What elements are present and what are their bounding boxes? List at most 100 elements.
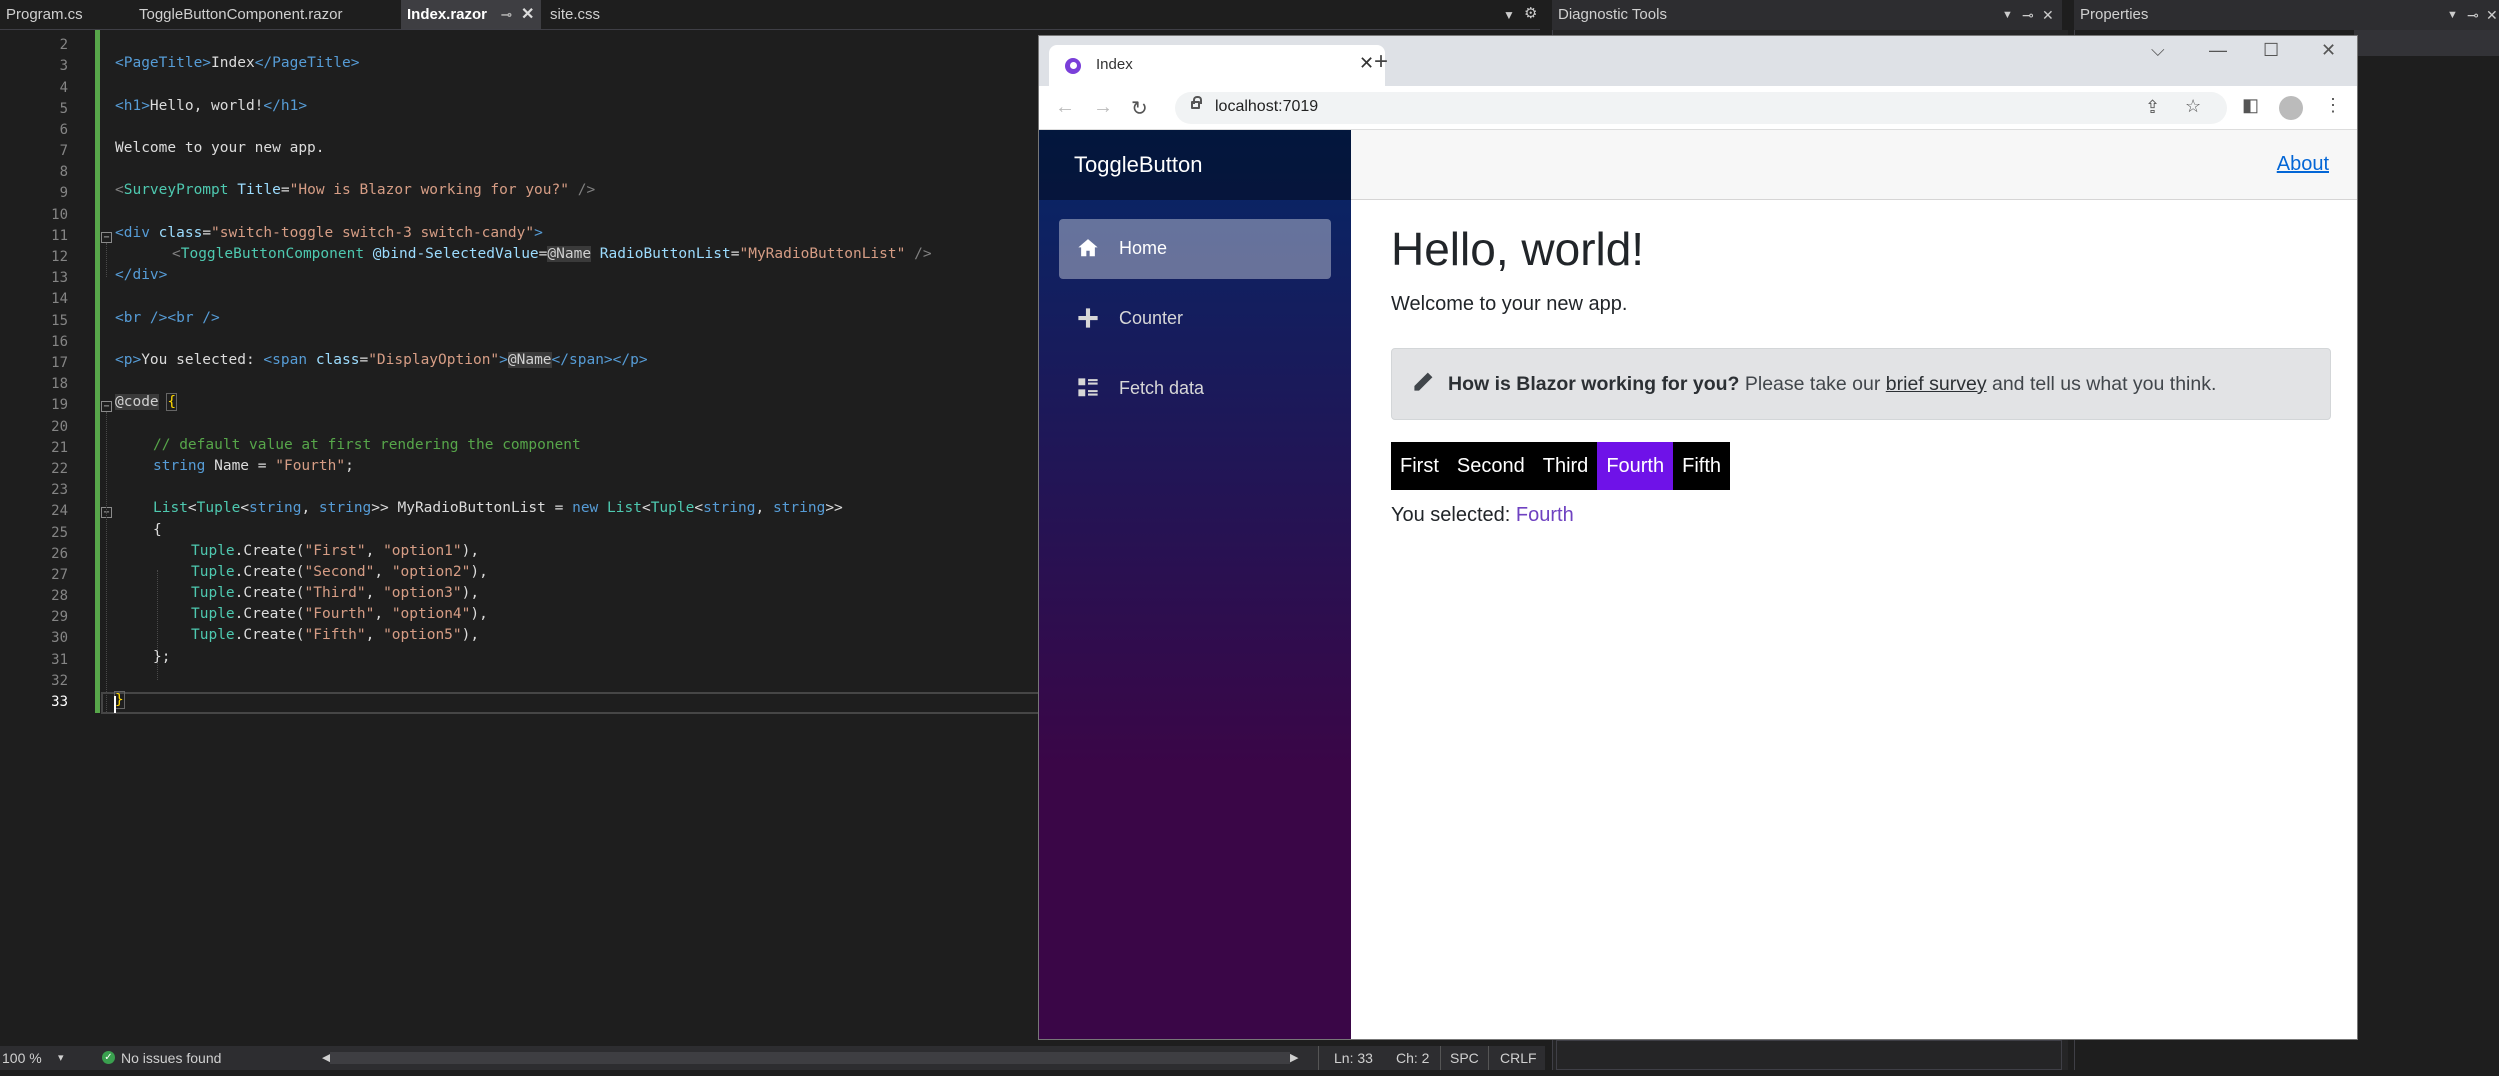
tab-list-dropdown-icon[interactable]: ▼	[1503, 8, 1515, 22]
close-tab-icon[interactable]: ✕	[521, 0, 534, 29]
line-number: 2	[59, 37, 68, 53]
pin-icon[interactable]: ⊸	[2467, 0, 2479, 30]
plus-icon	[1078, 308, 1098, 328]
line-number: 22	[51, 461, 68, 477]
panel-dropdown-icon[interactable]: ▼	[2447, 0, 2458, 30]
profile-avatar-icon[interactable]	[2279, 96, 2303, 120]
lock-icon[interactable]	[1191, 96, 1202, 109]
line-number: 17	[51, 355, 68, 371]
zoom-dropdown-icon[interactable]: ▾	[58, 1046, 64, 1070]
new-tab-button[interactable]: +	[1374, 50, 1388, 74]
gear-icon[interactable]: ⚙	[1524, 4, 1537, 22]
current-line-highlight	[101, 692, 1040, 714]
text-caret	[114, 696, 116, 713]
zoom-level[interactable]: 100 %	[2, 1046, 42, 1070]
toggle-option-fifth[interactable]: Fifth	[1673, 442, 1730, 490]
display-option: Fourth	[1515, 504, 1574, 526]
menu-kebab-icon[interactable]: ⋮	[2324, 95, 2342, 116]
code-line-9: <SurveyPrompt Title="How is Blazor worki…	[115, 182, 596, 198]
navbar-brand[interactable]: ToggleButton	[1039, 130, 1351, 200]
collapse-icon[interactable]: −	[101, 401, 112, 412]
line-number: 8	[59, 164, 68, 180]
line-number: 11	[51, 228, 68, 244]
tab-index-razor[interactable]: Index.razor ⊸ ✕	[401, 0, 541, 29]
check-circle-icon: ✓	[102, 1051, 115, 1064]
blazor-favicon-icon	[1065, 58, 1081, 74]
selection-readout: You selected: Fourth	[1391, 504, 1574, 526]
line-number: 9	[59, 185, 68, 201]
tab-search-icon[interactable]: ⌵	[2151, 40, 2165, 61]
line-number: 21	[51, 440, 68, 456]
reload-icon[interactable]: ↻	[1131, 96, 1148, 121]
browser-tab-title: Index	[1096, 56, 1133, 73]
line-number: 14	[51, 291, 68, 307]
close-tab-icon[interactable]: ✕	[1359, 53, 1374, 74]
toggle-option-fourth[interactable]: Fourth	[1597, 442, 1674, 490]
close-window-icon[interactable]: ✕	[2321, 40, 2336, 61]
bookmark-star-icon[interactable]: ☆	[2185, 96, 2201, 117]
survey-link[interactable]: brief survey	[1886, 373, 1987, 395]
tab-program-cs[interactable]: Program.cs	[0, 0, 130, 29]
toggle-option-first[interactable]: First	[1391, 442, 1448, 490]
code-line-15: <br /><br />	[115, 310, 220, 326]
close-icon[interactable]: ✕	[2042, 0, 2054, 30]
browser-tab[interactable]: Index ✕	[1049, 45, 1385, 86]
collapse-icon[interactable]: −	[101, 232, 112, 243]
line-number: 26	[51, 546, 68, 562]
share-icon[interactable]: ⇪	[2145, 97, 2160, 118]
column-indicator[interactable]: Ch: 2	[1396, 1046, 1429, 1070]
code-line-3: <PageTitle>Index</PageTitle>	[115, 55, 360, 71]
toggle-option-third[interactable]: Third	[1534, 442, 1598, 490]
code-line-31: };	[153, 649, 171, 665]
indent-guide	[106, 412, 107, 712]
code-line-30: Tuple.Create("Fifth", "option5"),	[191, 627, 480, 643]
tab-site-css[interactable]: site.css	[544, 0, 654, 29]
pin-icon[interactable]: ⊸	[501, 0, 512, 29]
code-line-12: <ToggleButtonComponent @bind-SelectedVal…	[172, 246, 932, 262]
editor-tab-strip: Program.cs ToggleButtonComponent.razor I…	[0, 0, 1540, 30]
horizontal-scrollbar[interactable]	[330, 1052, 1290, 1064]
blazor-app: ToggleButton Home Counter Fetch data Abo…	[1039, 130, 2357, 1039]
forward-icon[interactable]: →	[1093, 96, 1113, 119]
line-number: 32	[51, 673, 68, 689]
whitespace-indicator[interactable]: SPC	[1450, 1046, 1479, 1070]
code-line-27: Tuple.Create("Second", "option2"),	[191, 564, 488, 580]
nav-item-home[interactable]: Home	[1059, 219, 1331, 279]
nav-item-counter[interactable]: Counter	[1059, 289, 1331, 349]
address-bar[interactable]: localhost:7019 ⇪ ☆	[1175, 92, 2227, 124]
tab-togglebuttoncomponent-razor[interactable]: ToggleButtonComponent.razor	[133, 0, 398, 29]
line-number: 20	[51, 419, 68, 435]
code-line-22: string Name = "Fourth";	[153, 458, 354, 474]
about-link[interactable]: About	[2277, 153, 2329, 176]
line-number: 23	[51, 482, 68, 498]
panel-dropdown-icon[interactable]: ▼	[2002, 0, 2013, 30]
line-number: 7	[59, 143, 68, 159]
minimize-icon[interactable]: —	[2209, 40, 2227, 61]
code-line-11: <div class="switch-toggle switch-3 switc…	[115, 225, 543, 241]
line-number: 6	[59, 122, 68, 138]
indent-guide	[106, 243, 107, 277]
nav-item-fetch-data[interactable]: Fetch data	[1059, 359, 1331, 419]
browser-title-bar: Index ✕ + ⌵ — ☐ ✕	[1039, 36, 2357, 86]
close-icon[interactable]: ✕	[2486, 0, 2498, 30]
scroll-right-icon[interactable]: ▶	[1290, 1046, 1298, 1070]
code-line-19: @code {	[115, 393, 178, 411]
line-number: 19	[51, 397, 68, 413]
line-ending-indicator[interactable]: CRLF	[1500, 1046, 1537, 1070]
toggle-button-group: First Second Third Fourth Fifth	[1391, 442, 1731, 490]
maximize-icon[interactable]: ☐	[2263, 40, 2279, 61]
pin-icon[interactable]: ⊸	[2022, 0, 2034, 30]
url-text[interactable]: localhost:7019	[1215, 98, 1318, 116]
toggle-option-second[interactable]: Second	[1448, 442, 1534, 490]
line-number: 30	[51, 630, 68, 646]
issues-status[interactable]: No issues found	[121, 1046, 221, 1070]
line-number: 5	[59, 101, 68, 117]
line-number: 24	[51, 503, 68, 519]
side-panel-icon[interactable]: ◧	[2242, 95, 2259, 116]
back-icon[interactable]: ←	[1055, 96, 1075, 119]
line-indicator[interactable]: Ln: 33	[1334, 1046, 1373, 1070]
code-editor[interactable]: 2 3 4 5 6 7 8 9 10 11 12 13 14 15 16 17 …	[0, 30, 1040, 1050]
panel-title: Properties	[2080, 6, 2149, 23]
code-line-24: List<Tuple<string, string>> MyRadioButto…	[153, 500, 843, 516]
properties-header: Properties ▼ ⊸ ✕	[2074, 0, 2499, 30]
